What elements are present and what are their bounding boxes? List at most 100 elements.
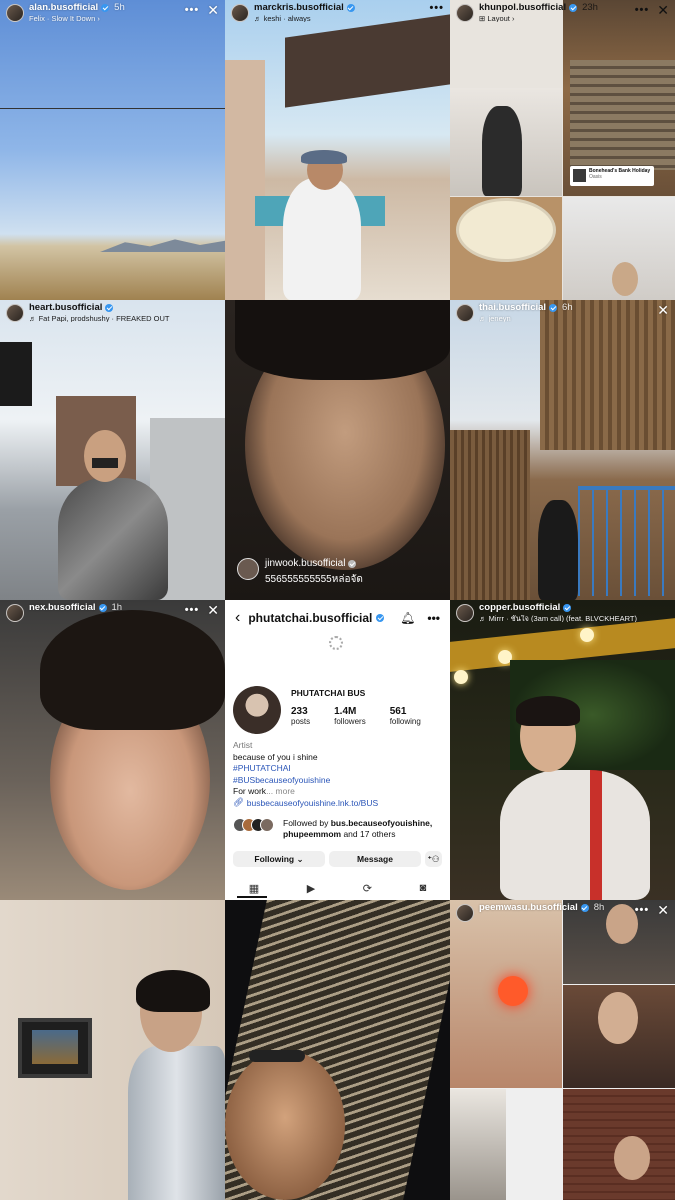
avatar[interactable] — [6, 304, 24, 322]
message-button[interactable]: Message — [329, 851, 421, 867]
story-subtitle[interactable]: ⊞ Layout › — [479, 15, 631, 23]
followers-stat[interactable]: 1.4M followers — [334, 706, 366, 726]
close-icon[interactable]: ✕ — [657, 3, 669, 17]
story-marckris: marckris.busofficial ♬ keshi · always ••… — [225, 0, 450, 300]
story-header: alan.busofficial 5h Felix · Slow It Down … — [6, 3, 219, 27]
avatar[interactable] — [456, 604, 474, 622]
profile-bio: Artist because of you i shine #PHUTATCHA… — [233, 740, 330, 798]
verified-badge-icon — [563, 603, 572, 612]
followed-names: bus.becauseofyouishine, — [330, 818, 433, 828]
more-icon[interactable]: ••• — [185, 4, 200, 16]
profile-tabs: ▦ ▶︎ ⟳ ◙ — [225, 880, 450, 896]
posts-stat[interactable]: 233 posts — [291, 706, 310, 726]
loading-spinner-icon — [329, 636, 343, 650]
active-tab-indicator — [237, 896, 267, 898]
more-icon[interactable]: ••• — [185, 604, 200, 616]
person-figure — [482, 106, 522, 196]
bio-more-prefix: For work — [233, 786, 267, 796]
verified-badge-icon — [569, 3, 578, 12]
verified-badge-icon — [101, 3, 110, 12]
story-subtitle[interactable]: ♬ keshi · always — [254, 15, 425, 23]
avatar[interactable] — [456, 904, 474, 922]
username[interactable]: peemwasu.busofficial — [479, 903, 578, 913]
close-icon[interactable]: ✕ — [207, 603, 219, 617]
verified-badge-icon — [580, 903, 589, 912]
profile-handle: phutatchai.busofficial — [248, 611, 373, 625]
story-peemwasu: peemwasu.busofficial 8h ••• ✕ — [450, 900, 675, 1200]
hashtag-link[interactable]: #BUSbecauseofyouishine — [233, 775, 330, 787]
more-icon[interactable]: ••• — [635, 904, 650, 916]
close-icon[interactable]: ✕ — [207, 3, 219, 17]
following-stat[interactable]: 561 following — [390, 706, 421, 726]
awning — [285, 14, 450, 108]
story-time: 6h — [562, 302, 573, 313]
username[interactable]: heart.busofficial — [29, 303, 102, 313]
profile-actions: Following ⌄ Message ⁺⚇ — [233, 851, 442, 867]
comment-username-row: jinwook.busofficial — [265, 558, 357, 569]
person-figure — [283, 178, 361, 300]
link-icon: 🔗︎ — [233, 797, 244, 807]
bamboo-fence-left — [450, 430, 530, 600]
story-subtitle[interactable]: ♬ jeneyn — [479, 315, 653, 323]
painting-inner — [32, 1030, 78, 1064]
repost-icon[interactable]: ⟳ — [363, 882, 372, 895]
tagged-icon[interactable]: ◙ — [420, 882, 427, 894]
avatar[interactable] — [6, 4, 24, 22]
bio-more-link[interactable]: ... more — [266, 786, 295, 796]
more-icon[interactable]: ••• — [635, 4, 650, 16]
username[interactable]: khunpol.busofficial — [479, 3, 566, 13]
profile-display-name: PHUTATCHAI BUS — [291, 688, 366, 698]
story-time: 23h — [582, 2, 598, 13]
bell-icon[interactable]: 🔔︎ — [400, 611, 415, 625]
followers-label: followers — [334, 717, 366, 726]
avatar[interactable] — [6, 604, 24, 622]
grid-icon[interactable]: ▦ — [249, 882, 259, 895]
username[interactable]: marckris.busofficial — [254, 3, 344, 13]
bucket-hat — [301, 150, 347, 164]
hashtag-link[interactable]: #PHUTATCHAI — [233, 763, 330, 775]
following-count: 561 — [389, 706, 407, 717]
avatar[interactable] — [456, 4, 474, 22]
light-bulb — [580, 628, 594, 642]
sticker-artist: Oasis — [589, 174, 602, 180]
sticker-art — [573, 169, 586, 182]
close-icon[interactable]: ✕ — [657, 903, 669, 917]
profile-avatar[interactable] — [233, 686, 281, 734]
face — [225, 1050, 345, 1200]
comment-avatar[interactable] — [237, 558, 259, 580]
followed-by-text[interactable]: Followed by bus.becauseofyouishine, phup… — [283, 818, 443, 840]
story-subtitle[interactable]: Felix · Slow It Down › — [29, 15, 181, 23]
person-head — [614, 1136, 650, 1180]
mouth-tape — [92, 458, 118, 468]
more-icon[interactable]: ••• — [427, 611, 440, 625]
mutual-avatars[interactable] — [233, 818, 274, 832]
story-time: 8h — [593, 902, 605, 913]
story-jinwook: jinwook.busofficial 556555555555หล่อจัด — [225, 300, 450, 600]
story-subtitle[interactable]: ♬ Mirrr · ชั่นใจ (3am call) (feat. BLVCK… — [479, 615, 669, 623]
profile-top-bar: ‹ phutatchai.busofficial 🔔︎ ••• — [235, 608, 440, 628]
reels-icon[interactable]: ▶︎ — [307, 882, 315, 895]
avatar[interactable] — [456, 304, 474, 322]
username[interactable]: copper.busofficial — [479, 603, 560, 613]
photo-building — [225, 900, 450, 1200]
username[interactable]: alan.busofficial — [29, 3, 98, 13]
comment-username[interactable]: jinwook.busofficial — [265, 558, 345, 569]
close-icon[interactable]: ✕ — [657, 303, 669, 317]
avatar[interactable] — [231, 4, 249, 22]
person-head — [84, 430, 126, 482]
profile-category: Artist — [233, 740, 253, 750]
username[interactable]: nex.busofficial — [29, 603, 96, 613]
following-button[interactable]: Following ⌄ — [233, 851, 325, 867]
story-header: khunpol.busofficial 23h ⊞ Layout › ••• ✕ — [456, 3, 669, 27]
add-person-icon[interactable]: ⁺⚇ — [425, 851, 442, 867]
profile-link[interactable]: 🔗︎ busbecauseofyouishine.lnk.to/BUS — [233, 797, 378, 808]
person-figure — [538, 500, 578, 600]
verified-badge-icon — [376, 614, 385, 622]
bio-line: because of you i shine — [233, 751, 318, 762]
music-sticker[interactable]: Bonehead's Bank Holiday Oasis — [570, 166, 654, 186]
more-icon[interactable]: ••• — [429, 3, 444, 14]
back-arrow-icon[interactable]: ‹ — [235, 609, 240, 627]
story-subtitle[interactable]: ♬ Fat Papi, prodshushy · FREAKED OUT — [29, 315, 219, 323]
followed-names-2: phupeemmom — [283, 829, 342, 839]
username[interactable]: thai.busofficial — [479, 303, 546, 313]
